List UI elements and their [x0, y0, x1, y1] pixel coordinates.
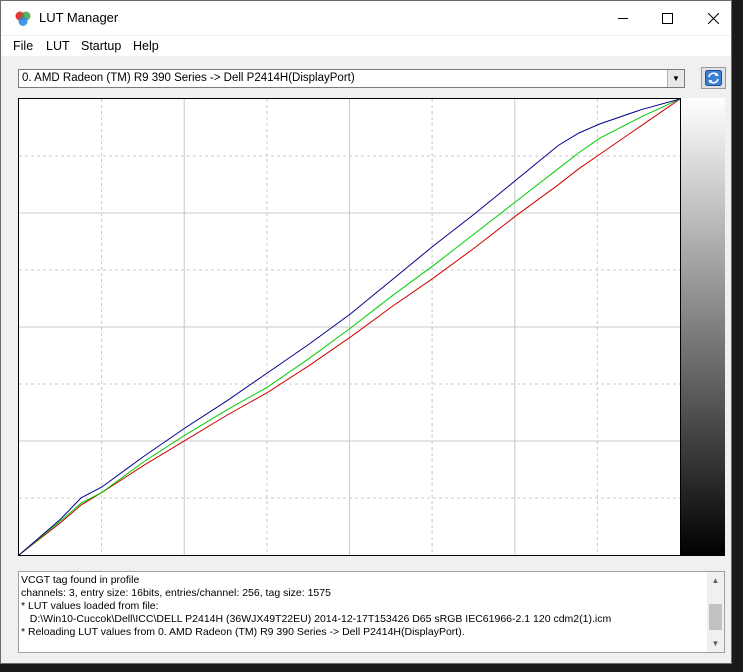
device-select-value: 0. AMD Radeon (TM) R9 390 Series -> Dell… — [22, 72, 355, 84]
chevron-down-icon[interactable]: ▼ — [667, 70, 684, 87]
scroll-up-icon[interactable]: ▲ — [707, 572, 724, 589]
scroll-down-icon[interactable]: ▼ — [707, 635, 724, 652]
lut-curve-chart — [19, 99, 680, 555]
close-button[interactable] — [690, 1, 736, 35]
minimize-button[interactable] — [600, 1, 646, 35]
lut-curve-plot — [18, 98, 681, 556]
maximize-icon — [661, 12, 673, 24]
log-lines: VCGT tag found in profile channels: 3, e… — [21, 574, 705, 639]
refresh-icon — [705, 70, 722, 86]
maximize-button[interactable] — [644, 1, 690, 35]
menu-startup[interactable]: Startup — [81, 39, 121, 53]
log-line: channels: 3, entry size: 16bits, entries… — [21, 587, 331, 599]
color-circles-icon — [15, 11, 31, 26]
menu-file[interactable]: File — [13, 39, 33, 53]
menu-bar: File LUT Startup Help — [1, 36, 731, 56]
window-title: LUT Manager — [39, 10, 119, 25]
log-scrollbar[interactable]: ▲ ▼ — [707, 572, 724, 652]
device-select[interactable]: 0. AMD Radeon (TM) R9 390 Series -> Dell… — [18, 69, 685, 88]
lut-manager-window: LUT Manager File LUT Startup Help 0. AMD… — [0, 0, 732, 664]
log-line: * LUT values loaded from file: — [21, 600, 159, 612]
scroll-thumb[interactable] — [709, 604, 722, 630]
log-line: VCGT tag found in profile — [21, 574, 140, 586]
grayscale-gradient-bar — [681, 98, 725, 556]
menu-lut[interactable]: LUT — [46, 39, 70, 53]
refresh-button[interactable] — [701, 67, 726, 89]
close-icon — [707, 12, 719, 24]
log-panel[interactable]: VCGT tag found in profile channels: 3, e… — [18, 571, 725, 653]
log-line: D:\Win10-Cuccok\Dell\ICC\DELL P2414H (36… — [21, 613, 612, 625]
title-bar[interactable]: LUT Manager — [1, 1, 731, 35]
log-line: * Reloading LUT values from 0. AMD Radeo… — [21, 626, 465, 638]
minimize-icon — [617, 17, 628, 19]
menu-help[interactable]: Help — [133, 39, 159, 53]
